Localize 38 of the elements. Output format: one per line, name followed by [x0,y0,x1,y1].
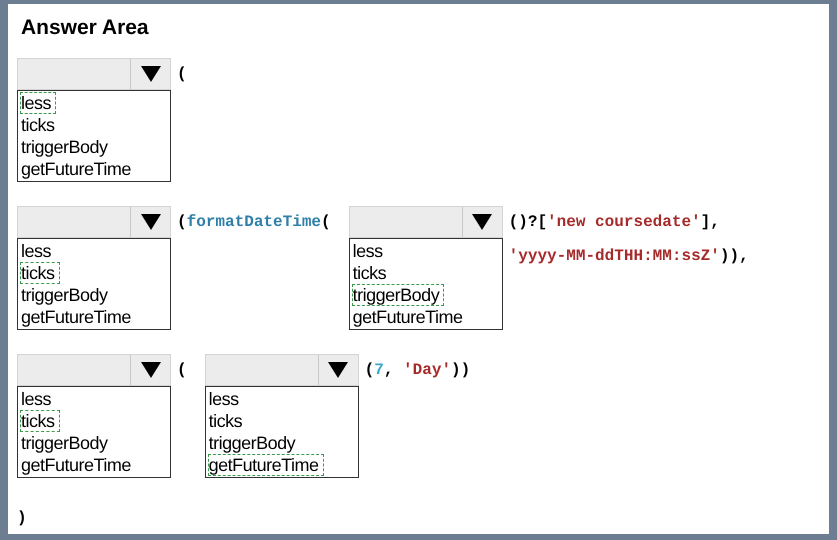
code-line: ( [177,360,187,380]
option[interactable]: less [20,92,56,114]
title: Answer Area [20,15,150,41]
option[interactable]: triggerBody [20,432,113,454]
option[interactable]: less [352,240,388,262]
option[interactable]: triggerBody [208,432,300,454]
code-line: (formatDateTime( [177,212,331,232]
caret-icon [472,214,492,230]
dropdown[interactable] [204,354,359,386]
option[interactable]: less [20,388,56,410]
caret-icon [328,362,348,378]
option[interactable]: getFutureTime [20,454,136,476]
option[interactable]: ticks [352,262,392,284]
option[interactable]: ticks [20,114,60,136]
option[interactable]: getFutureTime [20,158,136,180]
code-line: ( [177,64,187,84]
option[interactable]: getFutureTime [20,306,136,328]
dropdown[interactable] [17,354,171,386]
code-line: ) [17,508,27,528]
option[interactable]: ticks [20,262,60,284]
dropdown[interactable] [17,206,171,238]
dropdown[interactable] [17,58,171,90]
code-line: (7, 'Day')) [364,360,470,380]
option[interactable]: getFutureTime [208,454,324,476]
caret-icon [140,362,160,378]
code-line: ()?['new coursedate'], [508,212,721,232]
caret-icon [140,214,160,230]
dropdown[interactable] [348,206,503,238]
option[interactable]: ticks [208,410,248,432]
code-line: 'yyyy-MM-ddTHH:MM:ssZ')), [508,246,749,266]
option[interactable]: triggerBody [20,136,113,158]
option[interactable]: ticks [20,410,60,432]
option[interactable]: triggerBody [352,284,444,306]
option[interactable]: less [20,240,56,262]
option[interactable]: less [208,388,244,410]
option[interactable]: triggerBody [20,284,113,306]
option[interactable]: getFutureTime [352,306,468,328]
caret-icon [140,66,160,82]
